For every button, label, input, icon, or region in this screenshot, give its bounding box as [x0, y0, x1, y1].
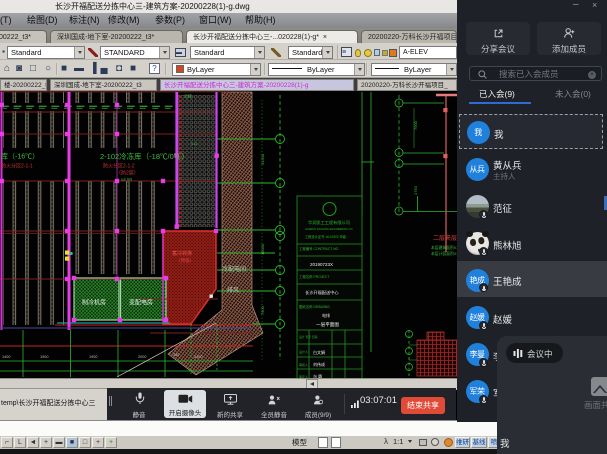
svg-text:31500: 31500 [260, 153, 265, 165]
svg-text:(预留): (预留) [179, 257, 191, 264]
svg-text:2000: 2000 [138, 355, 146, 359]
svg-text:制冷机房: 制冷机房 [82, 299, 106, 307]
svg-text:刘伟成: 刘伟成 [313, 361, 325, 367]
svg-text:1750: 1750 [413, 185, 418, 195]
svg-text:图纸名称 DRAWING: 图纸名称 DRAWING [299, 304, 330, 309]
svg-text:工程编号 CONTRACT NO: 工程编号 CONTRACT NO [299, 246, 339, 251]
svg-text:HUARUN KAIGONG ENGINEERING CO.: HUARUN KAIGONG ENGINEERING CO. [305, 227, 353, 231]
svg-text:冷配电间: 冷配电间 [222, 265, 246, 273]
svg-text:（防2层）: （防2层） [116, 170, 139, 177]
svg-text:审核人: 审核人 [299, 362, 308, 367]
svg-text:设计人: 设计人 [299, 349, 308, 354]
svg-text:20190723X: 20190723X [310, 262, 333, 267]
svg-text:v4.50: v4.50 [121, 177, 133, 182]
svg-text:18000: 18000 [260, 243, 265, 255]
svg-text:1400: 1400 [2, 355, 10, 359]
svg-text:设计 签字 日期: 设计 签字 日期 [299, 335, 318, 339]
svg-text:7900: 7900 [260, 305, 265, 315]
svg-text:变配电房: 变配电房 [129, 299, 153, 307]
svg-text:2-102冷冻库（-18℃/0℃）: 2-102冷冻库（-18℃/0℃） [100, 151, 189, 161]
svg-text:分拣: 分拣 [184, 93, 192, 99]
svg-text:380: 380 [173, 353, 179, 357]
svg-text:电排: 电排 [322, 312, 330, 318]
svg-text:长沙开福配送中心: 长沙开福配送中心 [305, 289, 339, 296]
svg-text:防火分区2-1-1: 防火分区2-1-1 [1, 163, 33, 170]
svg-text:防火分区2-1-2: 防火分区2-1-2 [103, 163, 135, 170]
svg-text:◊12: ◊12 [191, 141, 198, 146]
svg-text:2400: 2400 [194, 355, 202, 359]
svg-text:工程名称 PROJECT: 工程名称 PROJECT [299, 274, 329, 279]
svg-text:白文娟: 白文娟 [313, 349, 325, 355]
svg-text:二层夹层: 二层夹层 [433, 234, 457, 242]
svg-text:7900: 7900 [413, 120, 418, 130]
svg-text:1900: 1900 [89, 355, 97, 359]
svg-text:蓄冷转换: 蓄冷转换 [172, 250, 192, 257]
svg-text:库（-16℃）: 库（-16℃） [1, 152, 39, 161]
svg-text:1900: 1900 [40, 355, 48, 359]
svg-text:华润凯工工程有限公司: 华润凯工工程有限公司 [308, 219, 350, 226]
svg-text:工程设计证书: A143302 甲级: 工程设计证书: A143302 甲级 [305, 234, 347, 239]
svg-text:排风: 排风 [227, 286, 239, 294]
